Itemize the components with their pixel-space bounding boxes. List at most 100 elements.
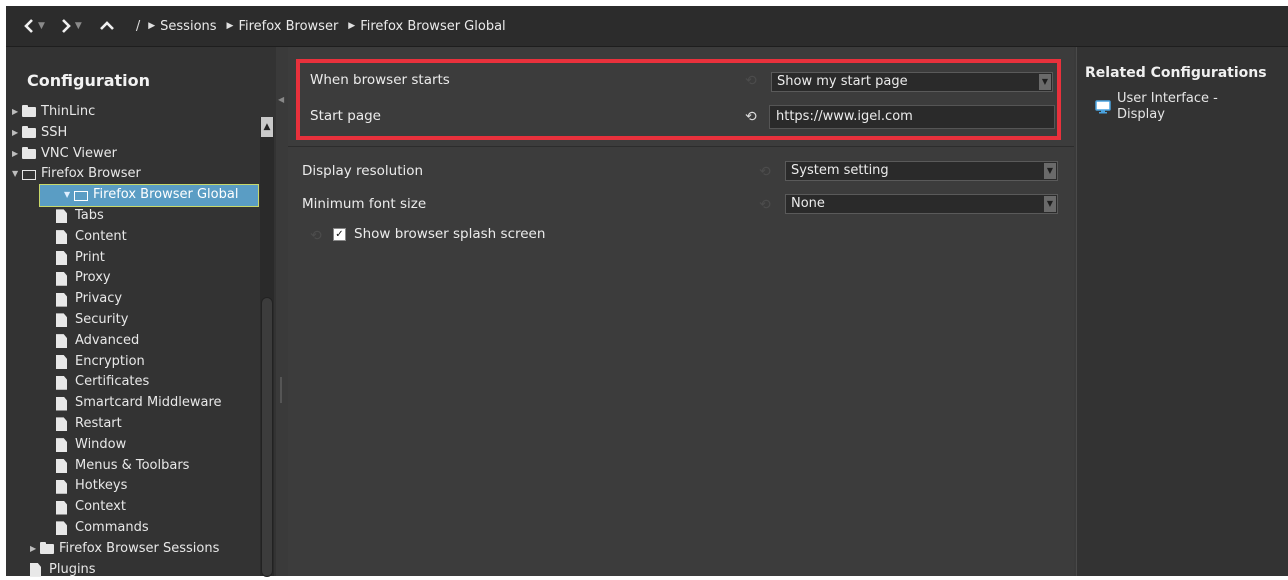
- reset-icon[interactable]: ⟲: [759, 198, 773, 212]
- page-icon: [56, 209, 67, 224]
- settings-panel: When browser starts ⟲ Show my start page…: [288, 47, 1074, 576]
- chevron-down-icon: ▼: [1039, 74, 1051, 90]
- dropdown-value: Show my start page: [777, 74, 908, 89]
- reset-icon[interactable]: ⟲: [745, 74, 759, 88]
- tree-item[interactable]: Advanced: [6, 331, 258, 352]
- chevron-left-icon: [24, 19, 33, 33]
- reset-icon[interactable]: ⟲: [759, 165, 773, 179]
- triangle-right-icon: ▶: [226, 21, 234, 31]
- tree-item[interactable]: Plugins: [6, 560, 258, 580]
- up-button[interactable]: [96, 6, 118, 46]
- tree-item[interactable]: Content: [6, 227, 258, 248]
- minimum-font-size-dropdown[interactable]: None ▼: [785, 194, 1058, 214]
- tree-item-label: Menus & Toolbars: [75, 457, 190, 473]
- tree-item-label: Firefox Browser Global: [93, 187, 239, 203]
- splash-screen-checkbox[interactable]: ✓: [333, 228, 346, 241]
- scrollbar-thumb[interactable]: [261, 297, 273, 577]
- tree-item[interactable]: Context: [6, 497, 258, 518]
- tree-item[interactable]: ▼ Firefox Browser: [6, 164, 258, 185]
- breadcrumb-root[interactable]: /: [136, 19, 140, 34]
- tree-item[interactable]: ▶ Firefox Browser Sessions: [6, 539, 258, 560]
- tree-item-label: Security: [75, 311, 129, 327]
- page-icon: [56, 230, 67, 245]
- display-resolution-label: Display resolution: [302, 163, 424, 179]
- panel-title: Configuration: [27, 71, 151, 90]
- breadcrumb-firefox-browser[interactable]: ▶ Firefox Browser: [227, 19, 339, 34]
- collapsed-arrow-icon[interactable]: ▶: [30, 539, 40, 560]
- tree-item[interactable]: Hotkeys: [6, 476, 258, 497]
- folder-open-icon: [22, 169, 36, 180]
- minimum-font-size-label: Minimum font size: [302, 196, 427, 212]
- tree-item-label: Tabs: [75, 207, 104, 223]
- related-link-user-interface-display[interactable]: User Interface - Display: [1095, 91, 1237, 123]
- panel-splitter[interactable]: ◀: [276, 47, 288, 576]
- related-configurations-title: Related Configurations: [1085, 65, 1267, 81]
- folder-open-icon: [74, 190, 88, 201]
- collapsed-arrow-icon[interactable]: ▶: [12, 144, 22, 165]
- page-icon: [56, 250, 67, 265]
- tree-item-label: Print: [75, 249, 105, 265]
- page-icon: [56, 292, 67, 307]
- tree-item[interactable]: Menus & Toolbars: [6, 456, 258, 477]
- tree-item-label: Privacy: [75, 291, 123, 307]
- tree-item[interactable]: Restart: [6, 414, 258, 435]
- folder-icon: [22, 105, 36, 118]
- page-icon: [56, 396, 67, 411]
- tree-item[interactable]: Commands: [6, 518, 258, 539]
- tree-item[interactable]: Certificates: [6, 372, 258, 393]
- tree-item[interactable]: Security: [6, 310, 258, 331]
- tree-item-label: Content: [75, 228, 127, 244]
- tree-item-label: Hotkeys: [75, 478, 128, 494]
- page-icon: [56, 334, 67, 349]
- reset-icon[interactable]: ⟲: [310, 229, 324, 243]
- tree-item-label: Smartcard Middleware: [75, 395, 222, 411]
- tree-item[interactable]: Proxy: [6, 268, 258, 289]
- breadcrumb-firefox-browser-global[interactable]: ▶ Firefox Browser Global: [348, 19, 505, 34]
- tree-item[interactable]: Print: [6, 248, 258, 269]
- tree-item[interactable]: ▶ VNC Viewer: [6, 144, 258, 165]
- tree-item-label: Proxy: [75, 270, 111, 286]
- tree-item[interactable]: ▼ Firefox Browser Global: [39, 184, 259, 207]
- scroll-up-arrow-icon[interactable]: ▲: [261, 117, 273, 137]
- tree-item-label: VNC Viewer: [41, 145, 118, 161]
- tree-item[interactable]: ▶ SSH: [6, 123, 258, 144]
- breadcrumb-label: Firefox Browser Global: [360, 18, 506, 34]
- tree-scrollbar[interactable]: ▲: [260, 117, 274, 577]
- forward-history-chevron-icon[interactable]: ▼: [75, 21, 82, 31]
- tree-item[interactable]: Privacy: [6, 289, 258, 310]
- tree-item-label: Firefox Browser: [41, 166, 141, 182]
- tree-item[interactable]: Encryption: [6, 352, 258, 373]
- folder-icon: [22, 146, 36, 159]
- triangle-right-icon: ▶: [348, 21, 356, 31]
- configuration-tree: ▶ ThinLinc ▶ SSH ▶ VNC Viewer ▼ Firefox Browser…: [6, 102, 259, 580]
- page-icon: [30, 562, 41, 577]
- breadcrumb-sessions[interactable]: ▶ Sessions: [148, 19, 216, 34]
- tree-item[interactable]: ▶ ThinLinc: [6, 102, 258, 123]
- back-button[interactable]: ▼: [20, 6, 57, 46]
- reset-icon[interactable]: ⟲: [745, 110, 759, 124]
- collapsed-arrow-icon[interactable]: ▶: [12, 123, 22, 144]
- forward-button[interactable]: ▼: [57, 6, 94, 46]
- splitter-grip[interactable]: [280, 377, 282, 403]
- tree-item-label: ThinLinc: [41, 104, 96, 119]
- tree-item-label: Encryption: [75, 353, 145, 369]
- tree-item-label: Firefox Browser Sessions: [59, 540, 220, 556]
- folder-icon: [22, 126, 36, 139]
- collapse-left-icon[interactable]: ◀: [278, 95, 284, 104]
- tree-item[interactable]: Window: [6, 435, 258, 456]
- collapsed-arrow-icon[interactable]: ▶: [12, 102, 22, 123]
- display-resolution-dropdown[interactable]: System setting ▼: [785, 161, 1058, 181]
- page-icon: [56, 521, 67, 536]
- expanded-arrow-icon[interactable]: ▼: [64, 185, 74, 206]
- when-browser-starts-dropdown[interactable]: Show my start page ▼: [771, 72, 1053, 92]
- tree-item-label: Commands: [75, 519, 149, 535]
- expanded-arrow-icon[interactable]: ▼: [12, 164, 22, 185]
- page-icon: [56, 375, 67, 390]
- page-icon: [56, 417, 67, 432]
- tree-item[interactable]: Smartcard Middleware: [6, 393, 258, 414]
- back-history-chevron-icon[interactable]: ▼: [38, 21, 45, 31]
- triangle-right-icon: ▶: [148, 21, 156, 31]
- related-link-label: User Interface - Display: [1117, 91, 1218, 122]
- start-page-input[interactable]: https://www.igel.com: [769, 105, 1055, 129]
- tree-item[interactable]: Tabs: [6, 206, 258, 227]
